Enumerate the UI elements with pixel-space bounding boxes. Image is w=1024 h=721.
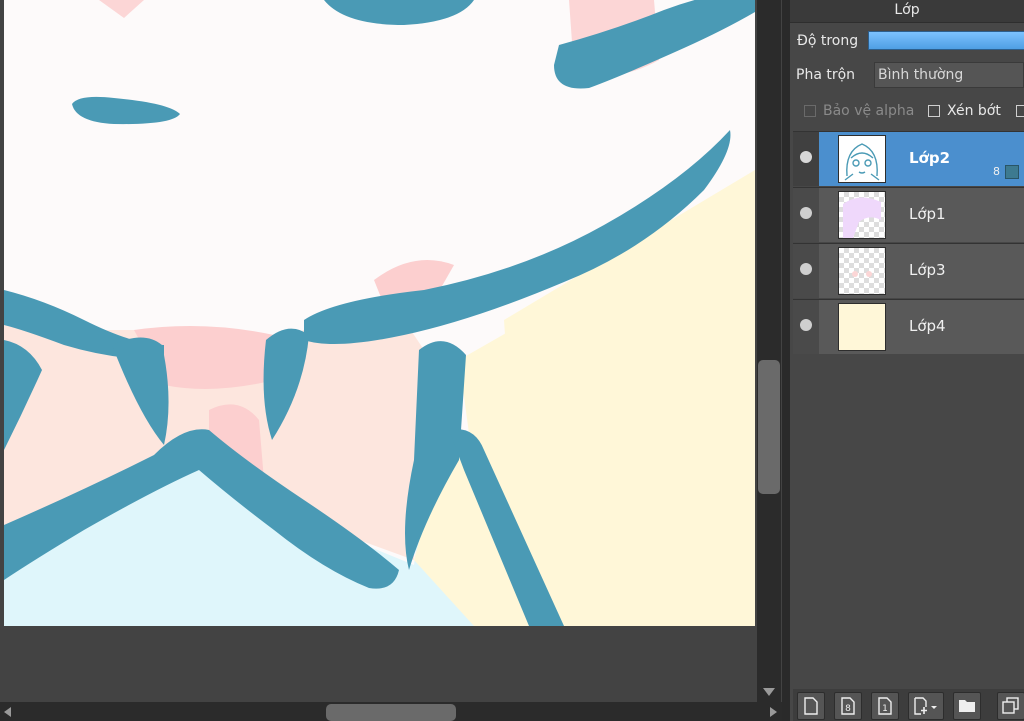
visibility-toggle[interactable]: [793, 132, 819, 186]
layer-name[interactable]: Lớp1: [909, 205, 946, 223]
horizontal-scrollbar[interactable]: [0, 702, 782, 721]
layer-panel: Lớp Độ trong Pha trộn Bình thường Bảo vệ…: [790, 0, 1024, 721]
eye-icon[interactable]: [800, 263, 812, 275]
visibility-toggle[interactable]: [793, 244, 819, 298]
drawing-canvas[interactable]: [4, 0, 755, 626]
extra-checkbox[interactable]: [1016, 105, 1024, 117]
new-layer-icon: [804, 697, 818, 715]
new-8bit-layer-icon: 8: [841, 697, 855, 715]
add-layer-dropdown-button[interactable]: [908, 692, 944, 720]
new-1bit-layer-button[interactable]: 1: [871, 692, 899, 720]
layer-name[interactable]: Lớp4: [909, 317, 946, 335]
artwork: [4, 0, 755, 626]
horizontal-scroll-thumb[interactable]: [326, 704, 456, 721]
new-folder-icon: [959, 700, 975, 712]
vertical-scroll-thumb[interactable]: [758, 360, 780, 494]
opacity-label: Độ trong: [797, 33, 859, 49]
opacity-slider[interactable]: [868, 31, 1024, 50]
eye-icon[interactable]: [800, 151, 812, 163]
visibility-toggle[interactable]: [793, 188, 819, 242]
vertical-scrollbar[interactable]: [757, 0, 781, 702]
visibility-toggle[interactable]: [793, 300, 819, 354]
layer-thumbnail: [838, 191, 886, 239]
layer-row[interactable]: Lớp4: [793, 299, 1024, 354]
protect-alpha-checkbox[interactable]: [804, 105, 816, 117]
eye-icon[interactable]: [800, 207, 812, 219]
eye-icon[interactable]: [800, 319, 812, 331]
svg-text:1: 1: [882, 704, 888, 714]
panel-title: Lớp: [790, 0, 1024, 23]
canvas-workspace[interactable]: [0, 0, 782, 721]
layer-row[interactable]: Lớp2 8: [793, 131, 1024, 186]
layer-row[interactable]: Lớp3: [793, 243, 1024, 298]
new-layer-button[interactable]: [797, 692, 825, 720]
scroll-right-icon[interactable]: [770, 707, 777, 717]
svg-text:8: 8: [845, 704, 851, 714]
new-folder-button[interactable]: [953, 692, 981, 720]
layer-thumbnail: [838, 135, 886, 183]
layer-thumbnail: [838, 247, 886, 295]
duplicate-layer-icon: [1002, 697, 1019, 714]
scroll-down-icon[interactable]: [763, 688, 775, 696]
new-8bit-layer-button[interactable]: 8: [834, 692, 862, 720]
layer-row[interactable]: Lớp1: [793, 187, 1024, 242]
blend-mode-label: Pha trộn: [796, 67, 856, 83]
layer-color-icon: [1005, 165, 1019, 179]
blend-mode-select[interactable]: Bình thường: [874, 62, 1024, 88]
protect-alpha-label: Bảo vệ alpha: [823, 103, 915, 119]
new-1bit-layer-icon: 1: [878, 697, 892, 715]
add-layer-dropdown-icon: [914, 697, 937, 715]
panel-splitter[interactable]: [782, 0, 790, 721]
layer-list: Lớp2 8 Lớp1 Lớp3 Lớp4: [793, 131, 1024, 355]
clipping-checkbox[interactable]: [928, 105, 940, 117]
layer-name[interactable]: Lớp2: [909, 149, 950, 167]
layer-thumbnail: [838, 303, 886, 351]
clipping-label: Xén bớt: [947, 103, 1001, 119]
duplicate-layer-button[interactable]: [997, 692, 1024, 720]
layer-bit-depth: 8: [993, 165, 1000, 178]
layer-toolbar: 8 1: [793, 689, 1024, 721]
layer-name[interactable]: Lớp3: [909, 261, 946, 279]
scroll-left-icon[interactable]: [4, 707, 11, 717]
